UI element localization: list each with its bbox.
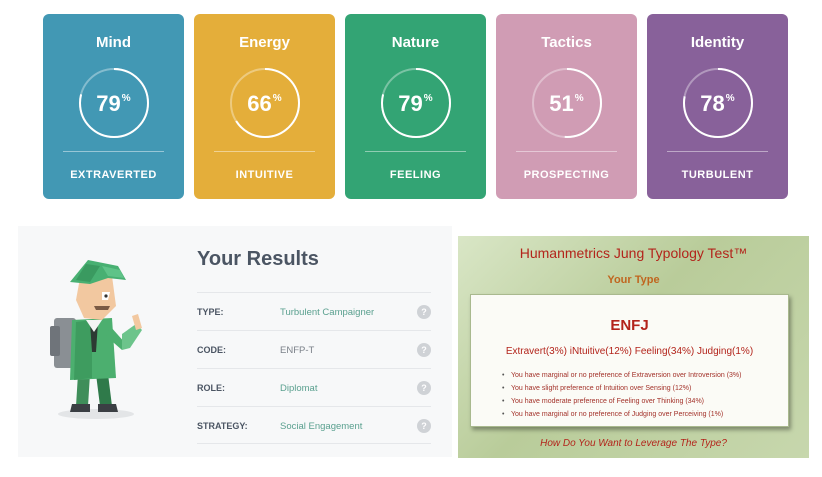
divider: [214, 151, 315, 152]
leverage-link[interactable]: How Do You Want to Leverage The Type?: [458, 438, 809, 449]
trait-card-energy[interactable]: Energy 66% INTUITIVE: [194, 14, 335, 199]
result-row-role: ROLE: Diplomat ?: [197, 368, 431, 406]
list-item: You have marginal or no preference of Ju…: [502, 408, 741, 421]
trait-cards: Mind 79% EXTRAVERTED Energy 66% INTUITIV…: [43, 14, 788, 199]
type-scores: Extravert(3%) iNtuitive(12%) Feeling(34%…: [505, 346, 754, 357]
results-heading: Your Results: [197, 248, 319, 270]
trait-card-identity[interactable]: Identity 78% TURBULENT: [647, 14, 788, 199]
trait-label: TURBULENT: [681, 169, 754, 181]
trait-title: Tactics: [541, 34, 592, 51]
divider: [63, 151, 164, 152]
preference-list: You have marginal or no preference of Ex…: [502, 369, 742, 421]
campaigner-avatar: [50, 260, 142, 419]
row-label: ROLE:: [197, 383, 225, 393]
row-value-link[interactable]: Turbulent Campaigner: [280, 307, 374, 318]
trait-title: Mind: [96, 34, 131, 51]
help-icon[interactable]: ?: [417, 381, 431, 395]
divider: [365, 151, 466, 152]
trait-label: PROSPECTING: [523, 169, 610, 181]
row-label: TYPE:: [197, 307, 224, 317]
results-panel: Your Results TYPE: Turbulent Campaigner …: [18, 226, 452, 457]
help-icon[interactable]: ?: [417, 419, 431, 433]
trait-label: EXTRAVERTED: [70, 169, 157, 181]
help-icon[interactable]: ?: [417, 305, 431, 319]
trait-card-nature[interactable]: Nature 79% FEELING: [345, 14, 486, 199]
trait-percent: 78%: [700, 91, 735, 116]
trait-label: INTUITIVE: [235, 169, 294, 181]
trait-percent: 51%: [549, 91, 584, 116]
trait-percent: 66%: [247, 91, 282, 116]
divider: [667, 151, 768, 152]
result-row-code: CODE: ENFP-T ?: [197, 330, 431, 368]
row-value-link[interactable]: Diplomat: [280, 383, 318, 394]
row-value-link[interactable]: Social Engagement: [280, 421, 362, 432]
your-type-subtitle: Your Type: [607, 274, 660, 286]
trait-card-mind[interactable]: Mind 79% EXTRAVERTED: [43, 14, 184, 199]
trait-card-tactics[interactable]: Tactics 51% PROSPECTING: [496, 14, 637, 199]
trait-percent: 79%: [398, 91, 433, 116]
trait-title: Nature: [391, 34, 440, 51]
type-result-box: ENFJ Extravert(3%) iNtuitive(12%) Feelin…: [470, 294, 789, 427]
row-label: CODE:: [197, 345, 226, 355]
humanmetrics-panel: Humanmetrics Jung Typology Test™ Your Ty…: [458, 236, 809, 458]
list-item: You have moderate preference of Feeling …: [502, 395, 741, 408]
row-value: ENFP-T: [280, 345, 315, 356]
list-item: You have slight preference of Intuition …: [502, 382, 741, 395]
result-row-type: TYPE: Turbulent Campaigner ?: [197, 292, 431, 330]
humanmetrics-title: Humanmetrics Jung Typology Test™: [519, 245, 748, 261]
trait-percent: 79%: [96, 91, 131, 116]
type-code: ENFJ: [610, 317, 649, 334]
trait-title: Energy: [239, 34, 290, 51]
help-icon[interactable]: ?: [417, 343, 431, 357]
divider: [516, 151, 617, 152]
result-row-strategy: STRATEGY: Social Engagement ?: [197, 406, 431, 444]
trait-label: FEELING: [389, 169, 442, 181]
trait-title: Identity: [690, 34, 745, 51]
list-item: You have marginal or no preference of Ex…: [502, 369, 742, 382]
row-label: STRATEGY:: [197, 421, 248, 431]
